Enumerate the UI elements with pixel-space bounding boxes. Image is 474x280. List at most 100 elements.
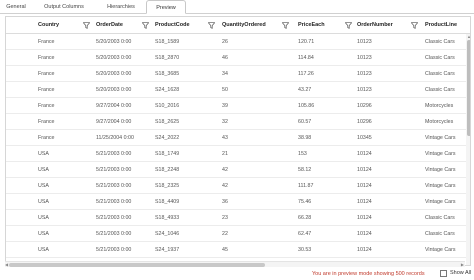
column-header[interactable]: OrderNumber	[357, 17, 393, 34]
filter-icon[interactable]	[345, 22, 352, 29]
table-cell: Classic Cars	[425, 55, 455, 61]
table-cell: 5/21/2003 0:00	[96, 215, 132, 221]
table-cell: 10124	[357, 199, 372, 205]
column-header[interactable]: ProductLine	[425, 17, 457, 34]
table-cell: 10124	[357, 231, 372, 237]
tab-general[interactable]: General	[2, 2, 30, 14]
table-row[interactable]: France 9/27/2004 0:00 S10_2016 39 105.86 1029…	[6, 98, 466, 114]
table-row[interactable]: France 5/20/2003 0:00 S18_1589 26 120.71 1012…	[6, 34, 466, 50]
column-header[interactable]: OrderDate	[96, 17, 123, 34]
table-cell: 11/25/2004 0:00	[96, 135, 134, 141]
table-cell: 120.71	[298, 39, 315, 45]
table-cell: 42	[222, 167, 228, 173]
scroll-left-icon[interactable]: ◀	[5, 262, 8, 268]
table-cell: 9/27/2004 0:00	[96, 119, 132, 125]
table-cell: 117.26	[298, 71, 314, 77]
table-cell: 111.87	[298, 183, 314, 189]
table-cell: 10296	[357, 119, 372, 125]
table-cell: 114.84	[298, 55, 314, 61]
vertical-scroll-thumb[interactable]	[467, 40, 470, 136]
table-cell: 50	[222, 87, 228, 93]
table-cell: 5/21/2003 0:00	[96, 183, 132, 189]
table-cell: S18_2325	[155, 183, 180, 189]
filter-icon[interactable]	[282, 22, 289, 29]
table-row[interactable]: USA 5/21/2003 0:00 S18_2248 42 58.12 10124 Vin…	[6, 162, 466, 178]
table-cell: 58.12	[298, 167, 312, 173]
table-cell: Classic Cars	[425, 39, 455, 45]
table-row[interactable]: France 5/20/2003 0:00 S18_3685 34 117.26 1012…	[6, 66, 466, 82]
table-row[interactable]: France 5/20/2003 0:00 S24_1628 50 43.27 10123…	[6, 82, 466, 98]
table-cell: 105.86	[298, 103, 315, 109]
table-cell: 153	[298, 151, 307, 157]
vertical-scrollbar[interactable]: ▲	[466, 34, 470, 265]
filter-icon[interactable]	[411, 22, 418, 29]
table-cell: 60.57	[298, 119, 312, 125]
horizontal-scroll-thumb[interactable]	[9, 263, 265, 267]
table-row[interactable]: USA 5/21/2003 0:00 S24_1046 22 62.47 10124 Cla…	[6, 226, 466, 242]
table-cell: France	[38, 135, 55, 141]
column-header[interactable]: PriceEach	[298, 17, 325, 34]
table-cell: 22	[222, 231, 228, 237]
table-cell: USA	[38, 215, 49, 221]
table-cell: 10124	[357, 151, 372, 157]
tab-bar: General Output Columns Hierarchies Previ…	[0, 0, 474, 14]
column-header[interactable]: ProductCode	[155, 17, 190, 34]
table-cell: France	[38, 87, 55, 93]
tab-preview[interactable]: Preview	[146, 0, 186, 14]
table-row[interactable]: USA 5/21/2003 0:00 S18_2325 42 111.87 10124 Vi…	[6, 178, 466, 194]
table-cell: 23	[222, 215, 228, 221]
table-cell: S24_1937	[155, 247, 180, 253]
table-cell: S24_1628	[155, 87, 180, 93]
column-header[interactable]: Country	[38, 17, 59, 34]
table-row[interactable]: France 9/27/2004 0:00 S18_2625 32 60.57 10296…	[6, 114, 466, 130]
table-cell: 43.27	[298, 87, 312, 93]
table-cell: USA	[38, 231, 49, 237]
table-cell: S10_2016	[155, 103, 180, 109]
table-cell: S24_1046	[155, 231, 180, 237]
table-cell: Vintage Cars	[425, 247, 456, 253]
table-row[interactable]: USA 5/21/2003 0:00 S18_1749 21 153 10124 Vinta…	[6, 146, 466, 162]
table-cell: S24_2022	[155, 135, 180, 141]
tab-output-columns[interactable]: Output Columns	[38, 2, 90, 14]
table-cell: Classic Cars	[425, 87, 455, 93]
filter-icon[interactable]	[208, 22, 215, 29]
table-cell: 5/20/2003 0:00	[96, 55, 132, 61]
table-row[interactable]: USA 5/21/2003 0:00 S18_4409 36 75.46 10124 Vin…	[6, 194, 466, 210]
table-cell: 36	[222, 199, 228, 205]
show-all-checkbox[interactable]	[440, 270, 447, 277]
table-row[interactable]: USA 5/21/2003 0:00 S18_4933 23 66.28 10124 Cla…	[6, 210, 466, 226]
table-cell: S18_2625	[155, 119, 180, 125]
table-cell: S18_4933	[155, 215, 180, 221]
scroll-up-icon[interactable]: ▲	[467, 35, 470, 39]
table-cell: 42	[222, 183, 228, 189]
filter-icon[interactable]	[142, 22, 149, 29]
table-cell: 43	[222, 135, 228, 141]
grid-header: Country OrderDate ProductCode QuantityOrder…	[6, 17, 470, 34]
table-cell: 5/21/2003 0:00	[96, 151, 132, 157]
table-row[interactable]: USA 5/21/2003 0:00 S24_1937 45 30.53 10124 Vin…	[6, 242, 466, 258]
filter-icon[interactable]	[83, 22, 90, 29]
table-cell: 10296	[357, 103, 372, 109]
table-cell: 10124	[357, 247, 372, 253]
table-cell: 34	[222, 71, 228, 77]
table-cell: 9/27/2004 0:00	[96, 103, 132, 109]
scroll-right-icon[interactable]: ▶	[461, 262, 464, 268]
tab-hierarchies[interactable]: Hierarchies	[98, 2, 144, 14]
table-cell: 38.98	[298, 135, 312, 141]
table-cell: 39	[222, 103, 228, 109]
table-cell: 5/21/2003 0:00	[96, 167, 132, 173]
table-cell: 10124	[357, 167, 372, 173]
horizontal-scrollbar[interactable]: ◀ ▶	[5, 261, 465, 267]
table-cell: 5/20/2003 0:00	[96, 39, 132, 45]
column-header[interactable]: QuantityOrdered	[222, 17, 266, 34]
show-all-toggle[interactable]: Show All	[440, 269, 471, 278]
table-row[interactable]: France 5/20/2003 0:00 S18_2870 46 114.84 1012…	[6, 50, 466, 66]
table-cell: 10123	[357, 39, 372, 45]
table-row[interactable]: France 11/25/2004 0:00 S24_2022 43 38.98 1034…	[6, 130, 466, 146]
table-cell: 10123	[357, 55, 372, 61]
table-cell: 75.46	[298, 199, 312, 205]
table-cell: 46	[222, 55, 228, 61]
table-cell: 10123	[357, 71, 372, 77]
table-cell: France	[38, 103, 55, 109]
table-cell: 30.53	[298, 247, 312, 253]
